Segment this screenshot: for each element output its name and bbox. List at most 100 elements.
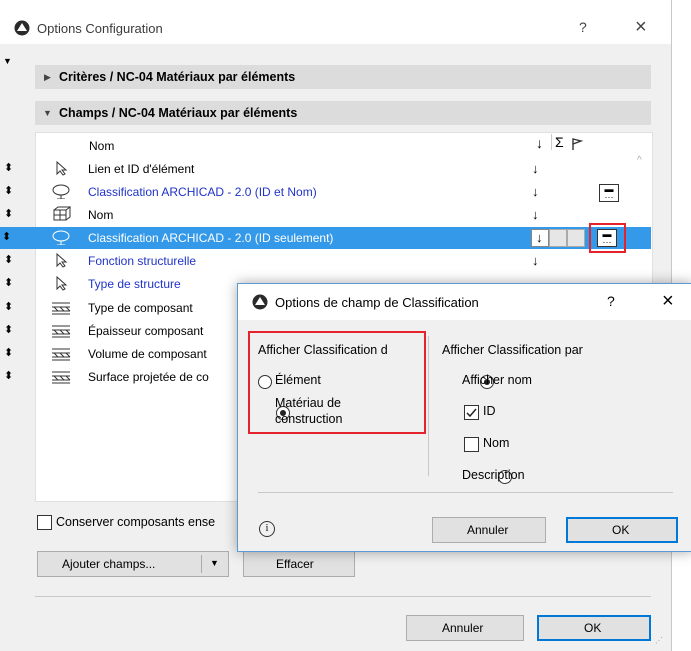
clear-button[interactable]: Effacer [243, 551, 355, 577]
expand-triangle-icon: ▶ [44, 72, 51, 82]
drag-handle-icon[interactable]: ⬍ [4, 184, 13, 197]
left-group-heading: Afficher Classification d [258, 343, 388, 357]
sort-arrow[interactable]: ↓ [532, 184, 539, 199]
sort-arrow[interactable]: ↓ [532, 207, 539, 222]
close-button[interactable]: × [635, 16, 647, 39]
layers-icon [52, 348, 71, 361]
field-label: Volume de composant [88, 347, 207, 361]
checkmark-icon [466, 408, 477, 418]
sort-arrow[interactable]: ↓ [532, 253, 539, 268]
title-bar: Options Configuration ? × [0, 0, 671, 44]
collapse-triangle-icon: ▼ [43, 108, 52, 118]
pointer-icon [56, 275, 68, 291]
column-header-sort[interactable]: ↓ [536, 135, 543, 151]
list-item[interactable]: ⬍ Fonction structurelle ↓ [4, 250, 651, 272]
ok-button[interactable]: OK [537, 615, 651, 641]
drag-handle-icon[interactable]: ⬍ [2, 230, 11, 243]
window-title: Options Configuration [37, 21, 163, 36]
classification-icon [52, 230, 70, 245]
dialog-cancel-button[interactable]: Annuler [432, 517, 546, 543]
description-label: Description [462, 468, 525, 482]
dialog-divider [258, 492, 673, 493]
field-label: Type de structure [88, 277, 181, 291]
dialog-title-bar: Options de champ de Classification ? × [238, 284, 691, 320]
add-fields-button[interactable]: Ajouter champs... ▼ [37, 551, 229, 577]
column-header-sum[interactable]: Σ [551, 134, 564, 150]
field-label: Classification ARCHICAD - 2.0 (ID seulem… [88, 231, 334, 245]
field-options-button[interactable]: ▬ ··· [597, 229, 617, 247]
archicad-logo-icon [14, 20, 30, 36]
drag-handle-icon[interactable]: ⬍ [4, 276, 13, 289]
group-divider [428, 336, 429, 476]
resize-grip-icon[interactable]: ⋰ [655, 636, 663, 645]
dialog-ok-label: OK [612, 523, 630, 537]
sort-toggle[interactable]: ↓ [531, 229, 549, 247]
name-checkbox[interactable] [464, 437, 479, 452]
ok-label: OK [584, 621, 602, 635]
name-label: Nom [483, 436, 510, 450]
drag-handle-icon[interactable]: ⬍ [4, 300, 13, 313]
classification-field-options-dialog: Options de champ de Classification ? × A… [237, 283, 691, 552]
pointer-icon [56, 252, 68, 268]
list-item[interactable]: ⬍ Lien et ID d'élément ↓ [4, 158, 651, 180]
element-radio[interactable] [258, 375, 272, 389]
list-item[interactable]: ⬍ Nom ↓ [4, 204, 651, 226]
layers-icon [52, 325, 71, 338]
field-label: Épaisseur composant [88, 324, 204, 338]
keep-components-label: Conserver composants ense [56, 515, 216, 529]
classification-icon [52, 184, 70, 199]
id-label: ID [483, 404, 496, 418]
drag-handle-icon[interactable]: ⬍ [4, 369, 13, 382]
material-label-line2: construction [275, 412, 343, 426]
element-label: Élément [275, 373, 321, 387]
right-group-heading: Afficher Classification par [442, 343, 583, 357]
field-label: Classification ARCHICAD - 2.0 (ID et Nom… [88, 185, 317, 199]
drag-handle-icon[interactable]: ⬍ [4, 346, 13, 359]
pointer-icon [56, 160, 68, 176]
cancel-button[interactable]: Annuler [406, 615, 524, 641]
divider [35, 596, 651, 597]
drag-handle-icon[interactable]: ⬍ [4, 161, 13, 174]
criteria-section-header[interactable]: ▶ Critères / NC-04 Matériaux par élément… [35, 65, 651, 89]
object-icon [53, 206, 71, 221]
dialog-title: Options de champ de Classification [275, 295, 479, 310]
help-button[interactable]: ? [579, 19, 587, 35]
field-label: Nom [88, 208, 114, 222]
info-icon[interactable]: i [259, 521, 275, 537]
fields-section-label: Champs / NC-04 Matériaux par éléments [59, 106, 298, 120]
id-checkbox[interactable] [464, 405, 479, 420]
split-divider [201, 555, 202, 573]
flag-toggle[interactable] [567, 229, 585, 247]
dialog-close-button[interactable]: × [662, 290, 674, 313]
layers-icon [52, 371, 71, 384]
field-label: Lien et ID d'élément [88, 162, 195, 176]
drag-handle-icon[interactable]: ⬍ [4, 253, 13, 266]
drag-handle-icon[interactable]: ⬍ [4, 207, 13, 220]
add-fields-label: Ajouter champs... [62, 557, 156, 571]
show-name-label: Afficher nom [462, 373, 532, 387]
collapse-marker-icon: ▼ [3, 56, 12, 66]
dialog-help-button[interactable]: ? [607, 293, 615, 309]
sum-toggle[interactable] [549, 229, 567, 247]
fields-section-header[interactable]: ▼ Champs / NC-04 Matériaux par éléments [35, 101, 651, 125]
sort-arrow[interactable]: ↓ [532, 161, 539, 176]
dropdown-arrow-icon[interactable]: ▼ [210, 558, 219, 568]
layers-icon [52, 302, 71, 315]
keep-components-checkbox[interactable] [37, 515, 52, 530]
cancel-label: Annuler [442, 621, 484, 635]
archicad-logo-icon [252, 294, 268, 310]
flag-icon[interactable] [570, 137, 584, 151]
dialog-cancel-label: Annuler [467, 523, 509, 537]
material-label-line1: Matériau de [275, 396, 342, 410]
dialog-ok-button[interactable]: OK [566, 517, 678, 543]
field-label: Fonction structurelle [88, 254, 197, 268]
drag-handle-icon[interactable]: ⬍ [4, 323, 13, 336]
clear-label: Effacer [276, 557, 314, 571]
list-item-selected[interactable]: ⬍ Classification ARCHICAD - 2.0 (ID seul… [0, 223, 651, 253]
criteria-section-label: Critères / NC-04 Matériaux par éléments [59, 70, 296, 84]
field-options-button[interactable]: ▬ ··· [599, 184, 619, 202]
field-label: Surface projetée de co [88, 370, 209, 384]
column-header-name: Nom [89, 139, 115, 153]
list-item[interactable]: ⬍ Classification ARCHICAD - 2.0 (ID et N… [4, 181, 651, 203]
field-label: Type de composant [88, 301, 193, 315]
